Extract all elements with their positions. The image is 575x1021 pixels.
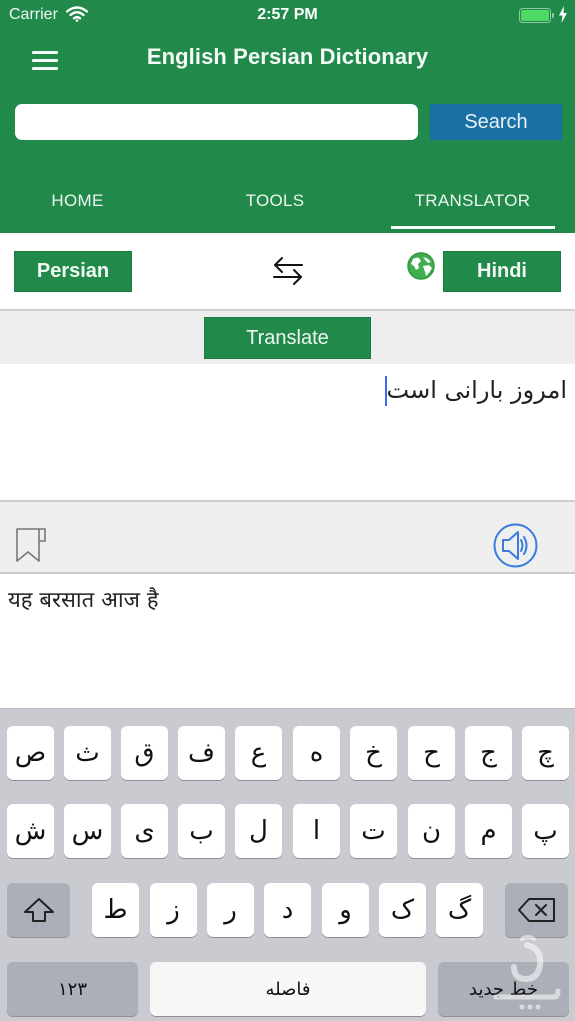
battery-charging-icon	[519, 8, 554, 23]
key[interactable]: ح	[408, 726, 455, 780]
key[interactable]: پ	[522, 804, 569, 858]
key[interactable]: ث	[64, 726, 111, 780]
shift-icon	[23, 898, 54, 922]
translation-output-area: यह बरसात आज है	[0, 574, 575, 708]
status-time: 2:57 PM	[257, 6, 318, 23]
key[interactable]: ه	[293, 726, 340, 780]
target-language-button[interactable]: Hindi	[443, 251, 561, 292]
space-key[interactable]: فاصله	[150, 962, 426, 1016]
app-title: English Persian Dictionary	[146, 44, 429, 69]
source-text-field[interactable]: امروز بارانی است	[384, 376, 567, 406]
key[interactable]: ز	[150, 883, 197, 937]
backspace-key[interactable]	[505, 883, 568, 937]
charging-bolt-icon	[559, 6, 567, 23]
key[interactable]: د	[264, 883, 311, 937]
key[interactable]: ق	[121, 726, 168, 780]
translation-output-text: यह बरसात आज है	[8, 588, 159, 613]
key[interactable]: م	[465, 804, 512, 858]
key[interactable]: ف	[178, 726, 225, 780]
navigation-bar: English Persian Dictionary	[0, 30, 575, 90]
status-bar: Carrier 2:57 PM	[0, 0, 575, 30]
source-language-button[interactable]: Persian	[14, 251, 132, 292]
key[interactable]: خ	[350, 726, 397, 780]
key[interactable]: ش	[7, 804, 54, 858]
translate-bar: Translate	[0, 309, 575, 364]
key[interactable]: ن	[408, 804, 455, 858]
key[interactable]: ا	[293, 804, 340, 858]
key[interactable]: ج	[465, 726, 512, 780]
app-header: Carrier 2:57 PM English Persian Dictiona…	[0, 0, 575, 233]
numbers-key[interactable]: ۱۲۳	[7, 962, 138, 1016]
source-text-area[interactable]: امروز بارانی است	[0, 364, 575, 500]
key[interactable]: ر	[207, 883, 254, 937]
key[interactable]: ی	[121, 804, 168, 858]
active-tab-indicator	[391, 226, 555, 229]
bookmark-icon[interactable]	[14, 526, 48, 564]
key[interactable]: چ	[522, 726, 569, 780]
key[interactable]: ب	[178, 804, 225, 858]
return-key[interactable]: خط جدید	[438, 962, 569, 1016]
language-selector-row: Persian Hindi	[0, 233, 575, 309]
key[interactable]: ص	[7, 726, 54, 780]
output-action-bar	[0, 500, 575, 574]
key[interactable]: س	[64, 804, 111, 858]
key[interactable]: ع	[235, 726, 282, 780]
key[interactable]: ت	[350, 804, 397, 858]
translate-button[interactable]: Translate	[204, 317, 371, 359]
key[interactable]: ط	[92, 883, 139, 937]
source-text-value: امروز بارانی است	[386, 376, 567, 404]
tab-home[interactable]: HOME	[0, 180, 155, 233]
search-input[interactable]	[15, 104, 418, 140]
key[interactable]: ل	[235, 804, 282, 858]
key[interactable]: ک	[379, 883, 426, 937]
globe-icon[interactable]	[406, 251, 436, 281]
shift-key[interactable]	[7, 883, 70, 937]
key[interactable]: و	[322, 883, 369, 937]
persian-keyboard: ص ث ق ف ع ه خ ح ج چ ش س ی ب ل ا ت ن م پ …	[0, 708, 575, 1021]
search-button[interactable]: Search	[430, 104, 562, 140]
tab-tools[interactable]: TOOLS	[195, 180, 355, 233]
backspace-icon	[517, 898, 555, 922]
key[interactable]: گ	[436, 883, 483, 937]
speaker-icon[interactable]	[492, 522, 539, 569]
swap-arrows-icon[interactable]	[270, 254, 306, 288]
